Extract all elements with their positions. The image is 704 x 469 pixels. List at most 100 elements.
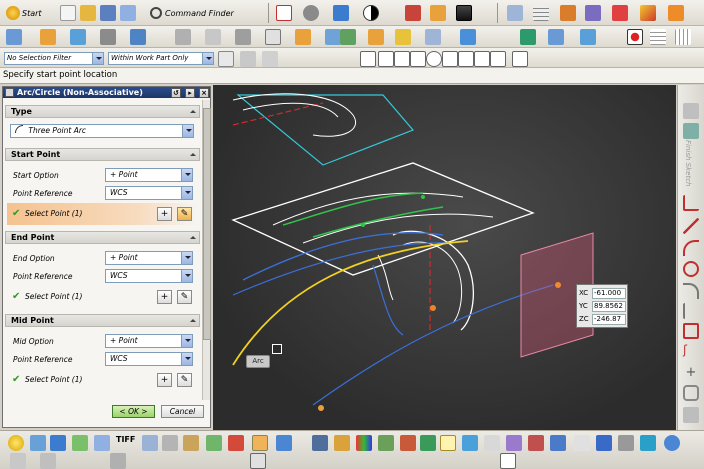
end-select-point-row[interactable]: ✔ Select Point (1) + ✎ [7, 286, 197, 308]
iso-icon[interactable] [110, 453, 126, 469]
rectangle-icon[interactable] [683, 323, 699, 339]
selection-filter-dropdown[interactable]: No Selection Filter [4, 52, 104, 65]
point-dialog-button[interactable]: + [157, 207, 172, 221]
mirror-icon[interactable] [395, 29, 411, 45]
pan-icon[interactable] [50, 435, 66, 451]
curve-icon[interactable] [265, 29, 281, 45]
deselect-icon[interactable] [262, 51, 278, 67]
close-icon[interactable]: × [199, 87, 209, 98]
record-icon[interactable] [627, 29, 643, 45]
mesh-icon[interactable] [325, 29, 341, 45]
reuse-library-icon[interactable] [420, 435, 436, 451]
save-icon[interactable] [100, 5, 116, 21]
snap-midpoint-icon[interactable] [410, 51, 426, 67]
settings-icon[interactable] [618, 435, 634, 451]
sketch-icon[interactable] [6, 29, 22, 45]
snap-quadrant-icon[interactable] [442, 51, 458, 67]
trim-body-icon[interactable] [175, 29, 191, 45]
part-navigator-icon[interactable] [378, 435, 394, 451]
wireframe-icon[interactable] [250, 453, 266, 469]
studio-spline-icon[interactable]: ʃ [683, 343, 699, 359]
snap-slash-icon[interactable] [394, 51, 410, 67]
red-cube-icon[interactable] [405, 5, 421, 21]
help-icon[interactable] [664, 435, 680, 451]
lightbulb-icon[interactable] [8, 435, 24, 451]
offset-icon[interactable] [425, 29, 441, 45]
start-select-point-row[interactable]: ✔ Select Point (1) + ✎ [7, 203, 197, 225]
snap-endpoint-icon[interactable] [360, 51, 376, 67]
system-materials-icon[interactable] [528, 435, 544, 451]
scope-filter-dropdown[interactable]: Within Work Part Only [108, 52, 214, 65]
visual-report-icon[interactable] [596, 435, 612, 451]
end-reference-dropdown[interactable]: WCS [105, 269, 193, 283]
snap-point-icon[interactable] [458, 51, 474, 67]
select-cursor-icon[interactable] [440, 435, 456, 451]
end-option-dropdown[interactable]: + Point [105, 251, 193, 265]
analysis-icon[interactable] [585, 5, 601, 21]
surface-icon[interactable] [295, 29, 311, 45]
palette-icon[interactable] [574, 435, 590, 451]
section-icon[interactable] [640, 5, 656, 21]
new-file-icon[interactable] [60, 5, 76, 21]
point-dialog-button[interactable]: + [157, 290, 172, 304]
grid-snap-icon[interactable] [675, 29, 691, 45]
arc-tool-icon[interactable] [683, 240, 699, 256]
hierarchy-icon[interactable] [334, 435, 350, 451]
edge-blend-icon[interactable] [205, 29, 221, 45]
fit-view-icon[interactable] [276, 5, 292, 21]
point-dialog-button[interactable]: + [157, 373, 172, 387]
box-icon[interactable] [580, 29, 596, 45]
snap-line-icon[interactable] [378, 51, 394, 67]
more-tools-icon[interactable] [683, 407, 699, 423]
zc-field[interactable]: -246.87 [592, 313, 626, 325]
draft-analysis-icon[interactable] [668, 5, 684, 21]
blue-surface-icon[interactable] [460, 29, 476, 45]
undo-icon[interactable] [120, 5, 136, 21]
circle-icon[interactable] [683, 261, 699, 277]
trimetric-icon[interactable] [40, 453, 56, 469]
extrude-icon[interactable] [40, 29, 56, 45]
sketch-view-icon[interactable] [683, 123, 699, 139]
orange-cube-icon[interactable] [430, 5, 446, 21]
fillet-icon[interactable] [683, 283, 699, 299]
graphics-viewport[interactable]: Arc [213, 85, 676, 430]
table-view-icon[interactable] [94, 435, 110, 451]
background-color-icon[interactable] [456, 5, 472, 21]
start-point-header[interactable]: Start Point [5, 148, 200, 161]
orient-view-icon[interactable] [303, 5, 319, 21]
chamfer-icon[interactable] [235, 29, 251, 45]
snap-existing-icon[interactable] [512, 51, 528, 67]
system-scenes-icon[interactable] [550, 435, 566, 451]
point-tool-icon[interactable]: + [683, 365, 699, 381]
sketch-settings-icon[interactable] [683, 103, 699, 119]
snap-intersection-icon[interactable] [474, 51, 490, 67]
start-button[interactable]: Start [6, 4, 42, 22]
clipboard-icon[interactable] [183, 435, 199, 451]
history-icon[interactable] [484, 435, 500, 451]
properties-icon[interactable] [206, 435, 222, 451]
reset-icon[interactable]: ↺ [171, 87, 181, 98]
profile-icon[interactable] [683, 195, 699, 211]
snap-center-icon[interactable] [426, 51, 442, 67]
zoom-icon[interactable] [72, 435, 88, 451]
xc-field[interactable]: -61.000 [592, 287, 626, 299]
mid-select-point-row[interactable]: ✔ Select Point (1) + ✎ [7, 369, 197, 391]
snap-wand-button[interactable]: ✎ [177, 373, 192, 387]
copy-icon[interactable] [162, 435, 178, 451]
mid-point-header[interactable]: Mid Point [5, 314, 200, 327]
pattern-icon[interactable] [368, 29, 384, 45]
tiff-export-icon[interactable]: TIFF [116, 435, 135, 444]
end-point-header[interactable]: End Point [5, 231, 200, 244]
rotate-icon[interactable] [548, 29, 564, 45]
assembly-navigator-icon[interactable] [400, 435, 416, 451]
cancel-button[interactable]: Cancel [161, 405, 204, 418]
unite-icon[interactable] [130, 29, 146, 45]
mid-reference-dropdown[interactable]: WCS [105, 352, 193, 366]
table-icon[interactable] [650, 29, 666, 45]
dialog-scrollbar[interactable] [202, 100, 211, 400]
mid-option-dropdown[interactable]: + Point [105, 334, 193, 348]
open-folder-icon[interactable] [80, 5, 96, 21]
start-reference-dropdown[interactable]: WCS [105, 186, 193, 200]
snap-plus-icon[interactable] [490, 51, 506, 67]
assembly-icon[interactable] [340, 29, 356, 45]
